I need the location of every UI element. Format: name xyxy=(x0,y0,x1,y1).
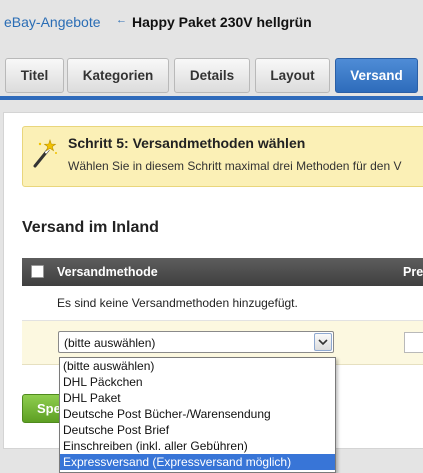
tab-kategorien[interactable]: Kategorien xyxy=(67,58,169,93)
dropdown-option[interactable]: Einschreiben (inkl. aller Gebühren) xyxy=(60,438,335,454)
tab-label: Layout xyxy=(270,68,315,83)
shipping-method-dropdown[interactable]: (bitte auswählen) DHL Päckchen DHL Paket… xyxy=(59,357,336,473)
section-heading: Versand im Inland xyxy=(22,219,159,236)
tab-label: Titel xyxy=(20,68,49,83)
chevron-down-icon[interactable] xyxy=(314,333,332,351)
dropdown-option[interactable]: Deutsche Post Brief xyxy=(60,422,335,438)
empty-message: Es sind keine Versandmethoden hinzugefüg… xyxy=(57,296,298,310)
breadcrumb: eBay-Angebote ← Happy Paket 230V hellgrü… xyxy=(0,14,423,34)
tab-underline xyxy=(0,96,423,100)
page-title: Happy Paket 230V hellgrün xyxy=(132,14,312,30)
select-value: (bitte auswählen) xyxy=(64,336,156,350)
step-notice: Schritt 5: Versandmethoden wählen Wählen… xyxy=(22,126,423,187)
tab-layout[interactable]: Layout xyxy=(255,58,330,93)
tab-versand[interactable]: Versand xyxy=(335,58,418,93)
table-header: Versandmethode Pre xyxy=(22,258,423,286)
breadcrumb-arrow-icon: ← xyxy=(116,14,127,26)
column-header-method: Versandmethode xyxy=(57,265,158,279)
dropdown-option[interactable]: DHL Paket xyxy=(60,390,335,406)
table-row-empty: Es sind keine Versandmethoden hinzugefüg… xyxy=(22,286,423,321)
dropdown-option[interactable]: DHL Päckchen xyxy=(60,374,335,390)
magic-wand-icon xyxy=(33,139,57,168)
tab-label: Kategorien xyxy=(82,68,154,83)
tab-label: Details xyxy=(189,68,235,83)
column-header-price: Pre xyxy=(403,265,423,279)
dropdown-option[interactable]: Deutsche Post Bücher-/Warensendung xyxy=(60,406,335,422)
select-all-checkbox[interactable] xyxy=(31,265,44,278)
dropdown-option-highlighted[interactable]: Expressversand (Expressversand möglich) xyxy=(60,454,335,470)
shipping-method-select[interactable]: (bitte auswählen) xyxy=(58,331,334,353)
tab-label: Versand xyxy=(350,68,403,83)
dropdown-option[interactable]: (bitte auswählen) xyxy=(60,358,335,374)
tab-details[interactable]: Details xyxy=(174,58,250,93)
tab-titel[interactable]: Titel xyxy=(5,58,64,93)
price-input[interactable] xyxy=(404,332,423,353)
notice-text: Wählen Sie in diesem Schritt maximal dre… xyxy=(68,159,402,173)
breadcrumb-parent-link[interactable]: eBay-Angebote xyxy=(4,14,101,30)
notice-heading: Schritt 5: Versandmethoden wählen xyxy=(68,135,306,151)
